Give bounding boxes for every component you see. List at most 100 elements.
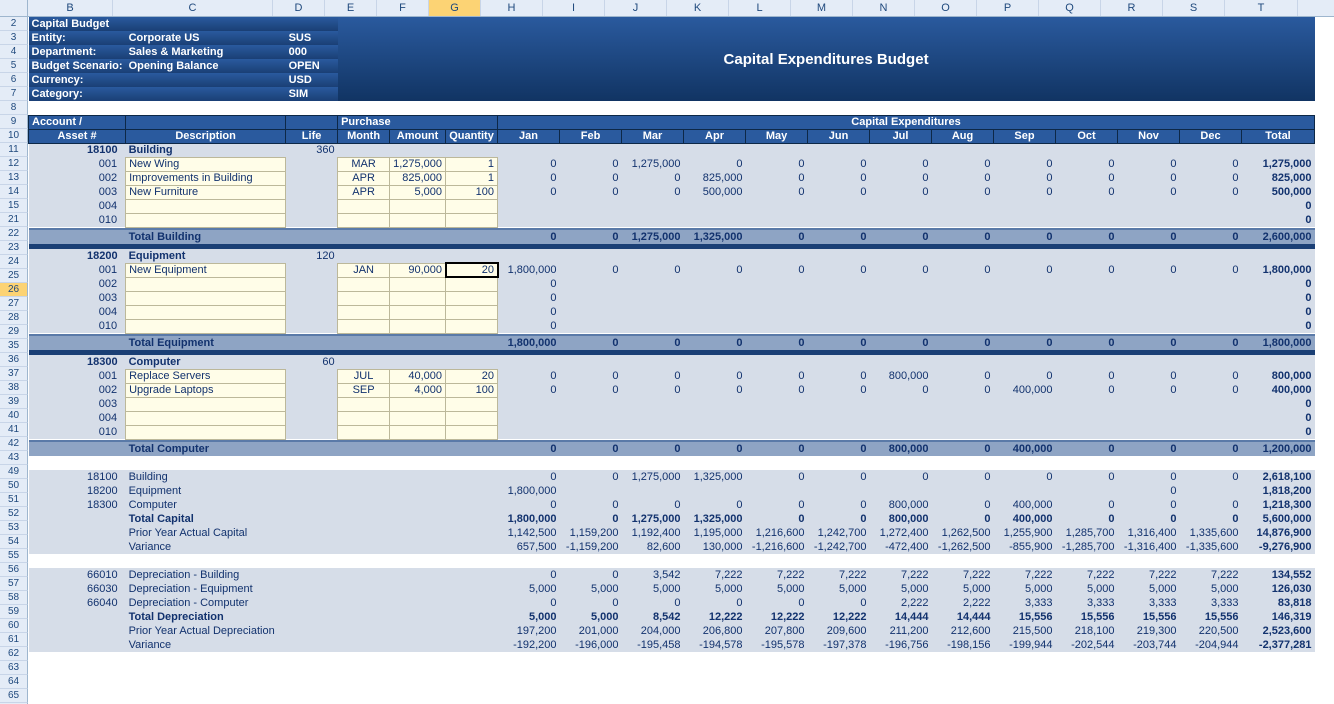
row-header-6[interactable]: 6: [0, 73, 28, 87]
row-header-64[interactable]: 64: [0, 675, 28, 689]
purchase-amount[interactable]: 40,000: [390, 369, 446, 383]
row-header-63[interactable]: 63: [0, 661, 28, 675]
row-header-42[interactable]: 42: [0, 437, 28, 451]
col-header-C[interactable]: C: [113, 0, 273, 16]
col-header-J[interactable]: J: [605, 0, 667, 16]
purchase-month[interactable]: [338, 199, 390, 213]
asset-desc[interactable]: New Wing: [126, 157, 286, 171]
row-header-10[interactable]: 10: [0, 129, 28, 143]
purchase-qty[interactable]: 20: [446, 263, 498, 277]
asset-desc[interactable]: [126, 305, 286, 319]
purchase-qty[interactable]: 20: [446, 369, 498, 383]
purchase-qty[interactable]: [446, 305, 498, 319]
row-header-24[interactable]: 24: [0, 255, 28, 269]
col-header-O[interactable]: O: [915, 0, 977, 16]
purchase-amount[interactable]: 825,000: [390, 171, 446, 185]
row-header-4[interactable]: 4: [0, 45, 28, 59]
row-header-27[interactable]: 27: [0, 297, 28, 311]
col-header-D[interactable]: D: [273, 0, 325, 16]
purchase-qty[interactable]: [446, 411, 498, 425]
row-header-61[interactable]: 61: [0, 633, 28, 647]
row-header-28[interactable]: 28: [0, 311, 28, 325]
purchase-month[interactable]: [338, 411, 390, 425]
asset-desc[interactable]: Replace Servers: [126, 369, 286, 383]
purchase-qty[interactable]: [446, 277, 498, 291]
purchase-month[interactable]: [338, 397, 390, 411]
row-header-13[interactable]: 13: [0, 171, 28, 185]
purchase-qty[interactable]: 100: [446, 383, 498, 397]
purchase-amount[interactable]: 5,000: [390, 185, 446, 199]
row-header-26[interactable]: 26: [0, 283, 28, 297]
purchase-month[interactable]: JUL: [338, 369, 390, 383]
asset-desc[interactable]: [126, 277, 286, 291]
row-header-58[interactable]: 58: [0, 591, 28, 605]
col-header-N[interactable]: N: [853, 0, 915, 16]
row-header-22[interactable]: 22: [0, 227, 28, 241]
asset-desc[interactable]: [126, 425, 286, 439]
col-header-L[interactable]: L: [729, 0, 791, 16]
asset-desc[interactable]: Improvements in Building: [126, 171, 286, 185]
purchase-amount[interactable]: [390, 425, 446, 439]
row-header-54[interactable]: 54: [0, 535, 28, 549]
row-header-14[interactable]: 14: [0, 185, 28, 199]
asset-desc[interactable]: [126, 411, 286, 425]
purchase-qty[interactable]: [446, 213, 498, 227]
purchase-amount[interactable]: [390, 319, 446, 333]
row-header-36[interactable]: 36: [0, 353, 28, 367]
col-header-M[interactable]: M: [791, 0, 853, 16]
row-header-62[interactable]: 62: [0, 647, 28, 661]
purchase-qty[interactable]: [446, 319, 498, 333]
col-header-G[interactable]: G: [429, 0, 481, 16]
col-header-K[interactable]: K: [667, 0, 729, 16]
row-header-37[interactable]: 37: [0, 367, 28, 381]
purchase-month[interactable]: SEP: [338, 383, 390, 397]
col-header-E[interactable]: E: [325, 0, 377, 16]
purchase-amount[interactable]: 90,000: [390, 263, 446, 277]
row-header-41[interactable]: 41: [0, 423, 28, 437]
purchase-qty[interactable]: 1: [446, 157, 498, 171]
col-header-R[interactable]: R: [1101, 0, 1163, 16]
purchase-qty[interactable]: [446, 397, 498, 411]
col-header-P[interactable]: P: [977, 0, 1039, 16]
col-header-F[interactable]: F: [377, 0, 429, 16]
purchase-month[interactable]: JAN: [338, 263, 390, 277]
asset-desc[interactable]: New Furniture: [126, 185, 286, 199]
col-header-H[interactable]: H: [481, 0, 543, 16]
purchase-amount[interactable]: 1,275,000: [390, 157, 446, 171]
row-header-50[interactable]: 50: [0, 479, 28, 493]
asset-desc[interactable]: Upgrade Laptops: [126, 383, 286, 397]
row-header-56[interactable]: 56: [0, 563, 28, 577]
purchase-month[interactable]: [338, 277, 390, 291]
purchase-month[interactable]: APR: [338, 185, 390, 199]
row-header-35[interactable]: 35: [0, 339, 28, 353]
asset-desc[interactable]: [126, 213, 286, 227]
row-header-52[interactable]: 52: [0, 507, 28, 521]
row-header-60[interactable]: 60: [0, 619, 28, 633]
asset-desc[interactable]: [126, 199, 286, 213]
purchase-amount[interactable]: [390, 213, 446, 227]
row-header-25[interactable]: 25: [0, 269, 28, 283]
row-header-11[interactable]: 11: [0, 143, 28, 157]
purchase-amount[interactable]: [390, 199, 446, 213]
row-header-9[interactable]: 9: [0, 115, 28, 129]
purchase-qty[interactable]: [446, 425, 498, 439]
row-header-21[interactable]: 21: [0, 213, 28, 227]
row-header-12[interactable]: 12: [0, 157, 28, 171]
asset-desc[interactable]: [126, 319, 286, 333]
row-header-40[interactable]: 40: [0, 409, 28, 423]
row-header-7[interactable]: 7: [0, 87, 28, 101]
purchase-amount[interactable]: [390, 291, 446, 305]
purchase-month[interactable]: APR: [338, 171, 390, 185]
row-header-15[interactable]: 15: [0, 199, 28, 213]
asset-desc[interactable]: [126, 397, 286, 411]
purchase-month[interactable]: MAR: [338, 157, 390, 171]
purchase-qty[interactable]: 100: [446, 185, 498, 199]
col-header-Q[interactable]: Q: [1039, 0, 1101, 16]
row-header-49[interactable]: 49: [0, 465, 28, 479]
purchase-amount[interactable]: [390, 411, 446, 425]
purchase-qty[interactable]: [446, 199, 498, 213]
purchase-month[interactable]: [338, 425, 390, 439]
purchase-month[interactable]: [338, 305, 390, 319]
row-header-29[interactable]: 29: [0, 325, 28, 339]
row-header-23[interactable]: 23: [0, 241, 28, 255]
